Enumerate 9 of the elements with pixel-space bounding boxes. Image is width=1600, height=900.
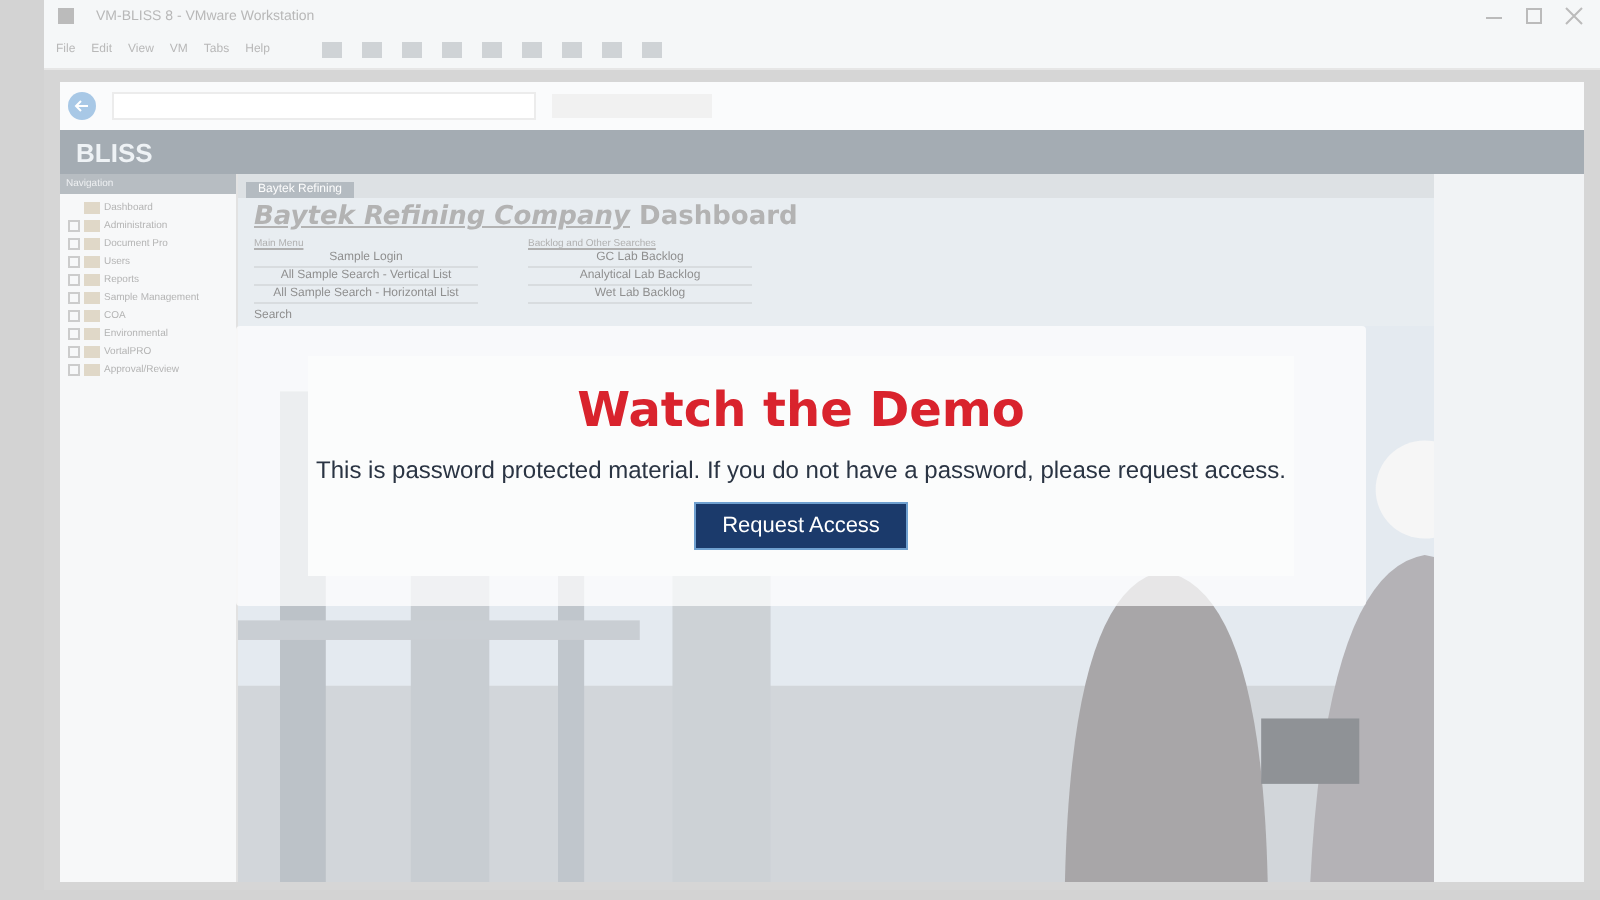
dashboard-title: Baytek Refining Company Dashboard xyxy=(254,202,800,232)
app-icon xyxy=(56,6,76,26)
maximize-icon[interactable] xyxy=(1524,6,1544,26)
request-access-button[interactable]: Request Access xyxy=(694,502,908,550)
back-icon[interactable] xyxy=(68,92,96,120)
close-icon[interactable] xyxy=(1564,6,1584,26)
modal-title: Watch the Demo xyxy=(577,382,1025,438)
logo: BLISS xyxy=(76,137,153,167)
modal-message: This is password protected material. If you do not have a password, please request access. xyxy=(316,456,1286,484)
